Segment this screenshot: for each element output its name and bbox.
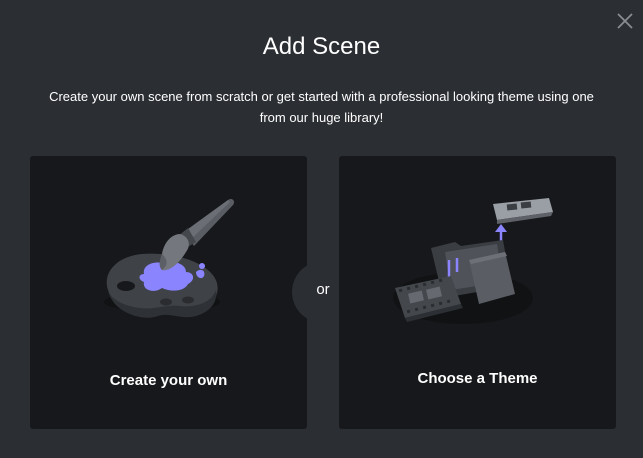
- theme-folder-icon: [393, 198, 553, 324]
- create-your-own-card[interactable]: Create your own: [30, 156, 307, 429]
- close-button[interactable]: [612, 8, 638, 34]
- create-your-own-label: Create your own: [109, 372, 228, 389]
- dialog-title: Add Scene: [262, 33, 381, 60]
- choose-theme-label: Choose a Theme: [417, 370, 538, 387]
- choose-theme-card[interactable]: Choose a Theme: [339, 156, 616, 429]
- paint-palette-icon: [104, 198, 235, 318]
- add-scene-dialog: Add Scene Create your own scene from scr…: [0, 0, 643, 458]
- close-icon: [617, 13, 633, 29]
- dialog-subtitle: Create your own scene from scratch or ge…: [49, 89, 594, 125]
